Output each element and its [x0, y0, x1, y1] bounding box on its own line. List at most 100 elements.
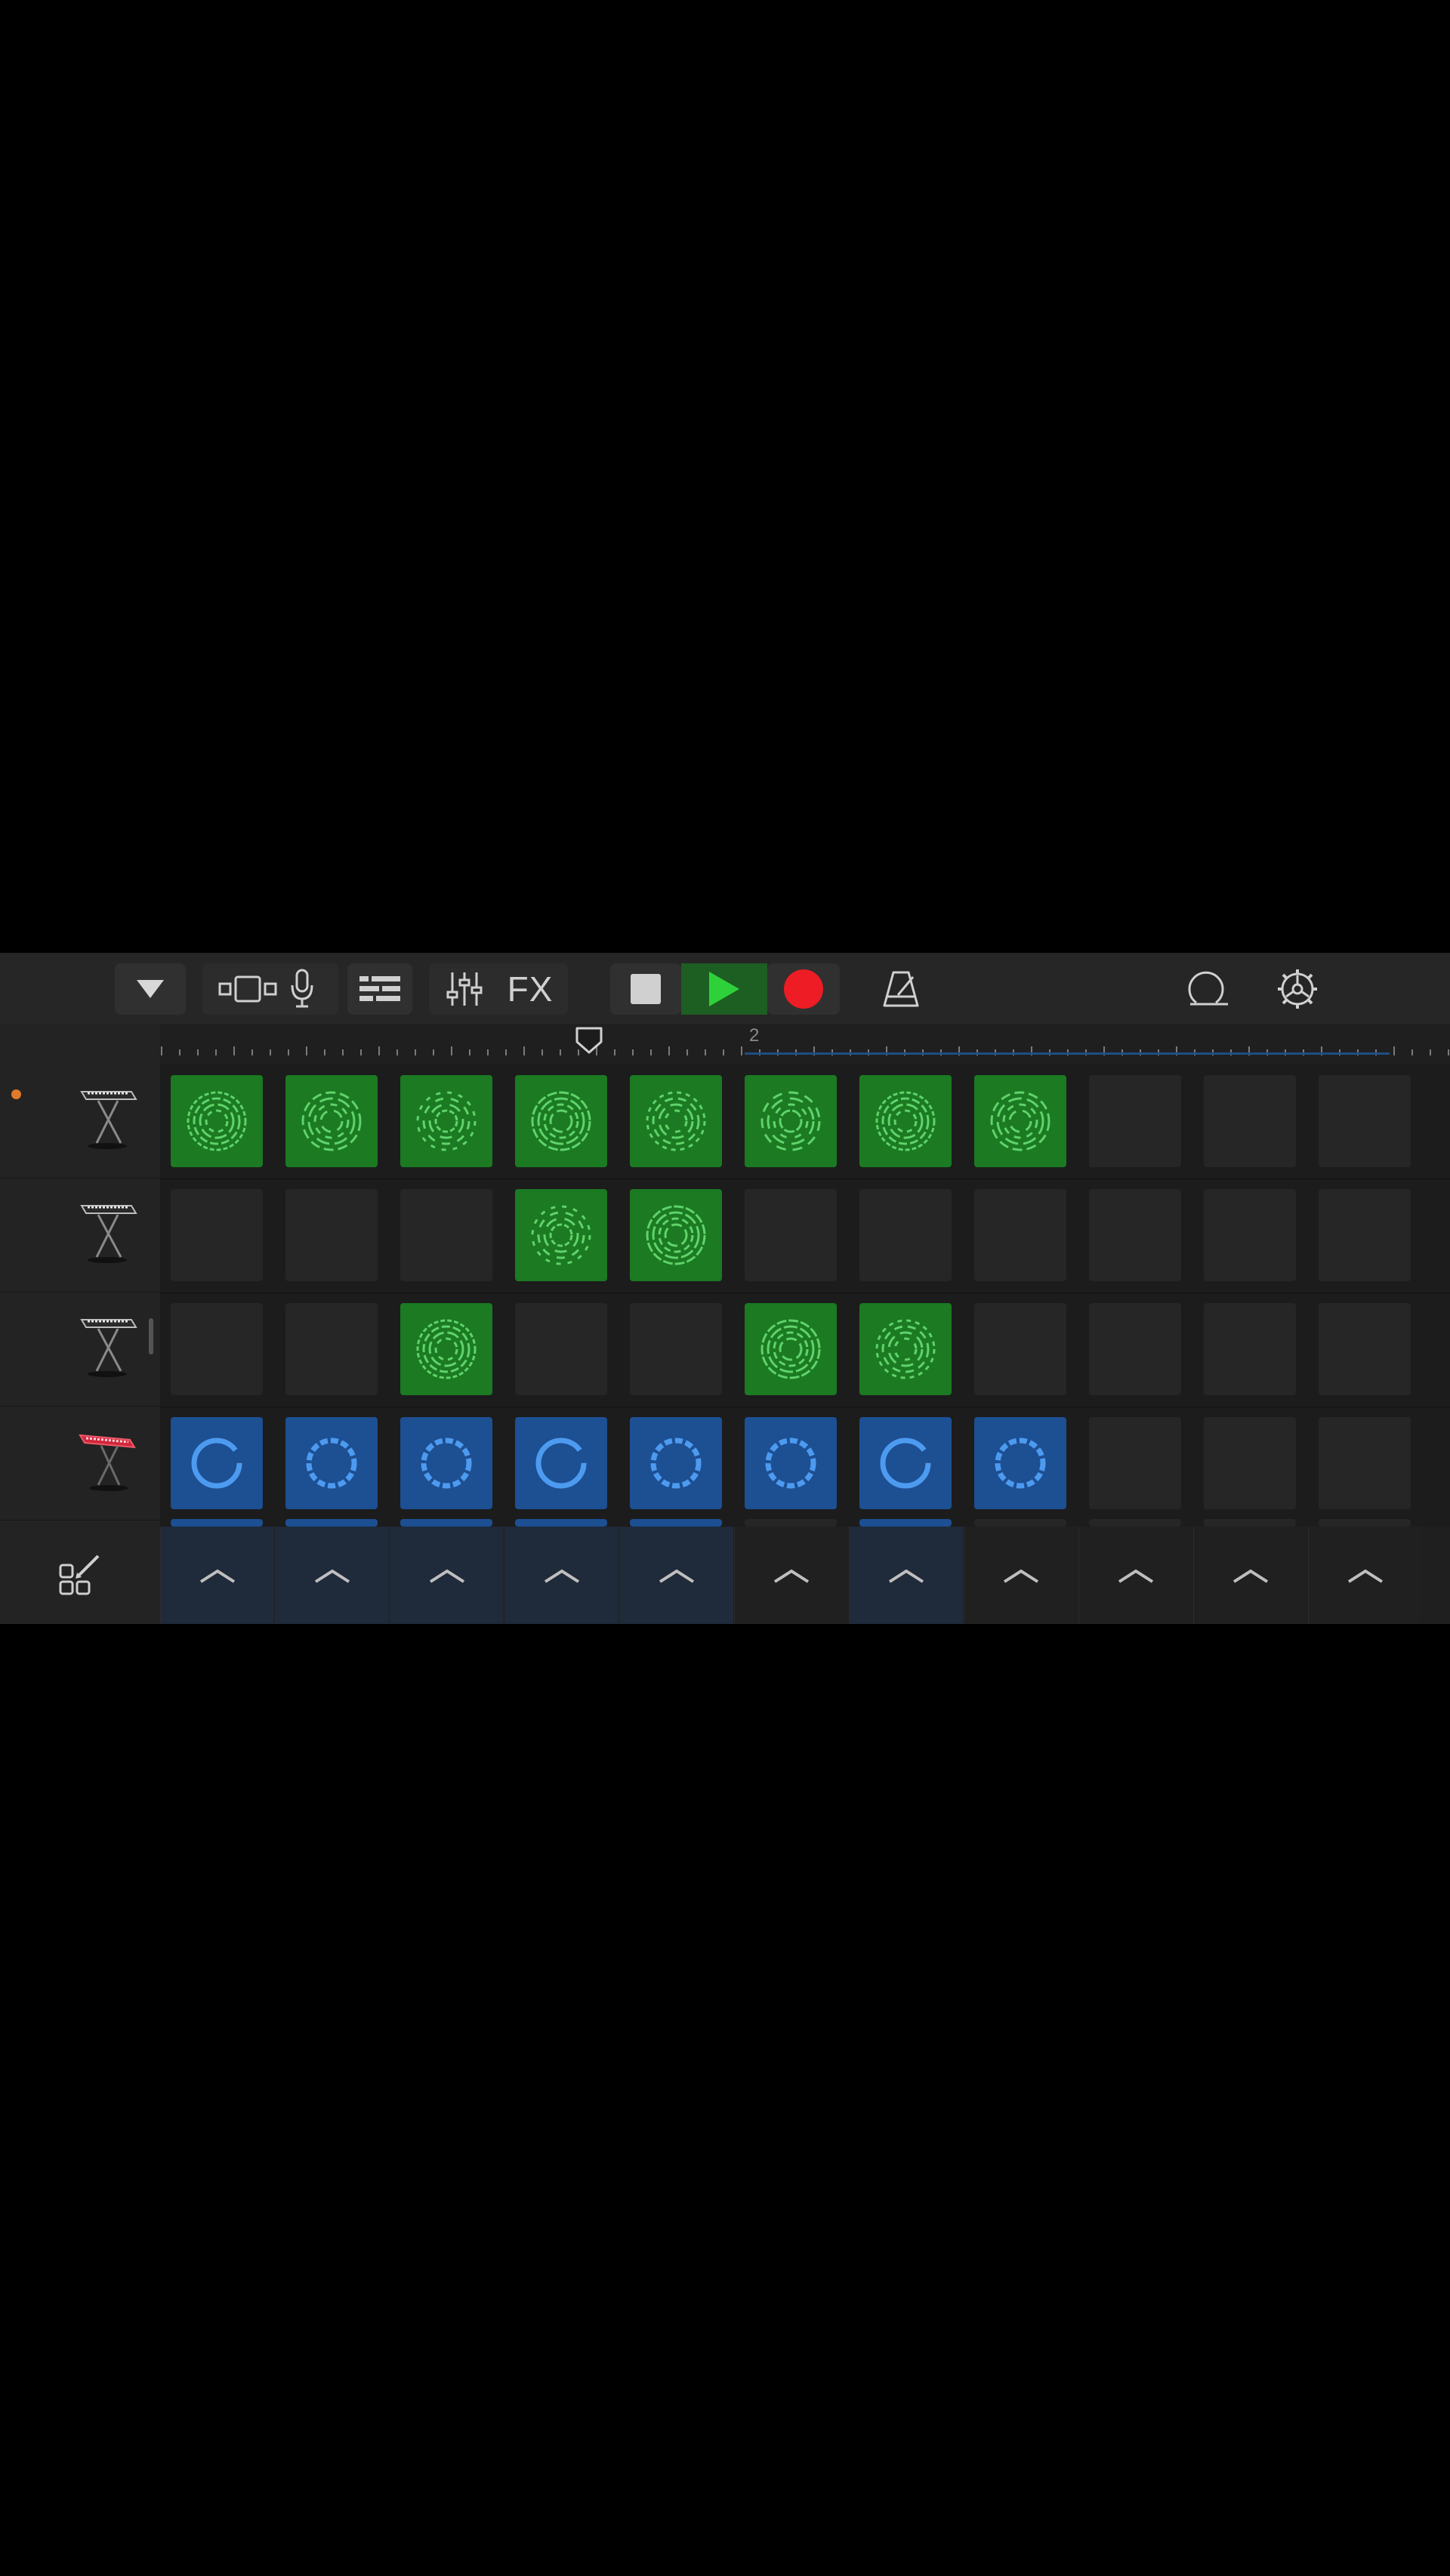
chevron-up-icon — [1232, 1569, 1269, 1583]
empty-cell[interactable] — [171, 1189, 263, 1281]
track-header-3[interactable] — [0, 1293, 160, 1407]
stop-button[interactable] — [610, 963, 681, 1015]
loop-cell[interactable] — [515, 1075, 607, 1167]
empty-cell[interactable] — [1319, 1075, 1411, 1167]
loop-cell[interactable] — [171, 1075, 263, 1167]
loop-ring — [319, 1109, 344, 1133]
mixer-button[interactable] — [433, 971, 496, 1007]
empty-cell[interactable] — [1204, 1075, 1296, 1167]
empty-cell[interactable] — [745, 1189, 837, 1281]
play-button[interactable] — [681, 963, 767, 1015]
empty-cell[interactable] — [974, 1303, 1066, 1395]
empty-cell[interactable] — [515, 1303, 607, 1395]
empty-cell[interactable] — [974, 1189, 1066, 1281]
loop-cell[interactable] — [974, 1417, 1066, 1509]
loop-cell[interactable] — [285, 1417, 378, 1509]
track-header-1[interactable] — [0, 1065, 160, 1179]
empty-cell[interactable] — [171, 1303, 263, 1395]
empty-cell[interactable] — [1204, 1417, 1296, 1509]
loop-cell[interactable] — [859, 1519, 952, 1527]
empty-cell[interactable] — [1089, 1189, 1181, 1281]
loop-cell[interactable] — [400, 1417, 492, 1509]
record-button[interactable] — [767, 963, 840, 1015]
loop-cell[interactable] — [630, 1519, 722, 1527]
loop-cell[interactable] — [745, 1417, 837, 1509]
header-resize-handle[interactable] — [149, 1318, 153, 1354]
track-header-2[interactable] — [0, 1179, 160, 1293]
empty-cell[interactable] — [1089, 1519, 1181, 1527]
loop-cell[interactable] — [630, 1417, 722, 1509]
loop-cell[interactable] — [745, 1075, 837, 1167]
column-trigger[interactable] — [1078, 1527, 1192, 1624]
loop-cell[interactable] — [400, 1075, 492, 1167]
empty-cell[interactable] — [285, 1189, 378, 1281]
timeline-ruler[interactable]: 2 + — [160, 1024, 1450, 1065]
empty-cell[interactable] — [1319, 1417, 1411, 1509]
loop-cell[interactable] — [745, 1303, 837, 1395]
loop-icon — [1188, 971, 1228, 1006]
live-loops-button[interactable] — [347, 963, 412, 1015]
my-songs-button[interactable] — [115, 963, 186, 1015]
empty-cell[interactable] — [1319, 1189, 1411, 1281]
loop-ring — [416, 1091, 477, 1151]
column-trigger[interactable] — [619, 1527, 733, 1624]
loop-cell[interactable] — [630, 1189, 722, 1281]
empty-cell[interactable] — [974, 1519, 1066, 1527]
empty-cell[interactable] — [1319, 1303, 1411, 1395]
empty-cell[interactable] — [1204, 1303, 1296, 1395]
loop-cell[interactable] — [630, 1075, 722, 1167]
section-region[interactable]: 2 — [745, 1025, 1390, 1055]
audio-loop-ring-icon — [191, 1437, 242, 1489]
loop-cell[interactable] — [859, 1075, 952, 1167]
loop-cell[interactable] — [285, 1075, 378, 1167]
loop-cell[interactable] — [515, 1519, 607, 1527]
column-trigger[interactable] — [849, 1527, 963, 1624]
microphone-button[interactable] — [279, 969, 325, 1009]
empty-cell[interactable] — [1319, 1519, 1411, 1527]
empty-cell[interactable] — [630, 1303, 722, 1395]
column-trigger[interactable] — [504, 1527, 619, 1624]
loop-ring — [650, 1437, 702, 1489]
empty-cell[interactable] — [285, 1303, 378, 1395]
loop-cell[interactable] — [400, 1519, 492, 1527]
midi-loop-ring-icon — [760, 1091, 821, 1151]
loop-cell[interactable] — [171, 1417, 263, 1509]
chevron-up-icon — [773, 1569, 810, 1583]
settings-button[interactable] — [1267, 963, 1328, 1015]
loop-cell[interactable] — [974, 1075, 1066, 1167]
chevron-up-icon — [199, 1569, 236, 1583]
tracks-view-button[interactable] — [216, 975, 279, 1003]
empty-cell[interactable] — [1204, 1189, 1296, 1281]
loop-ring — [875, 1319, 936, 1379]
empty-cell[interactable] — [1204, 1519, 1296, 1527]
metronome-button[interactable] — [868, 963, 933, 1015]
column-trigger[interactable] — [1308, 1527, 1422, 1624]
loop-cell[interactable] — [859, 1303, 952, 1395]
edit-grid-button[interactable] — [0, 1527, 160, 1624]
empty-cell[interactable] — [1089, 1417, 1181, 1509]
column-trigger[interactable] — [275, 1527, 389, 1624]
column-trigger[interactable] — [1193, 1527, 1307, 1624]
column-trigger[interactable] — [964, 1527, 1078, 1624]
loop-cell[interactable] — [171, 1519, 263, 1527]
empty-cell[interactable] — [745, 1519, 837, 1527]
fx-button[interactable]: FX — [496, 969, 564, 1009]
column-trigger[interactable] — [390, 1527, 504, 1624]
column-trigger[interactable] — [734, 1527, 848, 1624]
loop-cell[interactable] — [515, 1189, 607, 1281]
track-header-4[interactable] — [0, 1407, 160, 1521]
empty-cell[interactable] — [1089, 1303, 1181, 1395]
mixer-sliders-icon — [446, 972, 483, 1006]
playhead-icon[interactable] — [574, 1025, 604, 1055]
loop-cell[interactable] — [859, 1417, 952, 1509]
loop-browser-button[interactable] — [1178, 963, 1239, 1015]
empty-cell[interactable] — [1089, 1075, 1181, 1167]
chevron-up-icon — [544, 1569, 580, 1583]
empty-cell[interactable] — [859, 1189, 952, 1281]
empty-cell[interactable] — [400, 1189, 492, 1281]
loop-cell[interactable] — [515, 1417, 607, 1509]
loop-cell[interactable] — [400, 1303, 492, 1395]
loop-ring — [549, 1109, 573, 1133]
column-trigger[interactable] — [160, 1527, 274, 1624]
loop-cell[interactable] — [285, 1519, 378, 1527]
